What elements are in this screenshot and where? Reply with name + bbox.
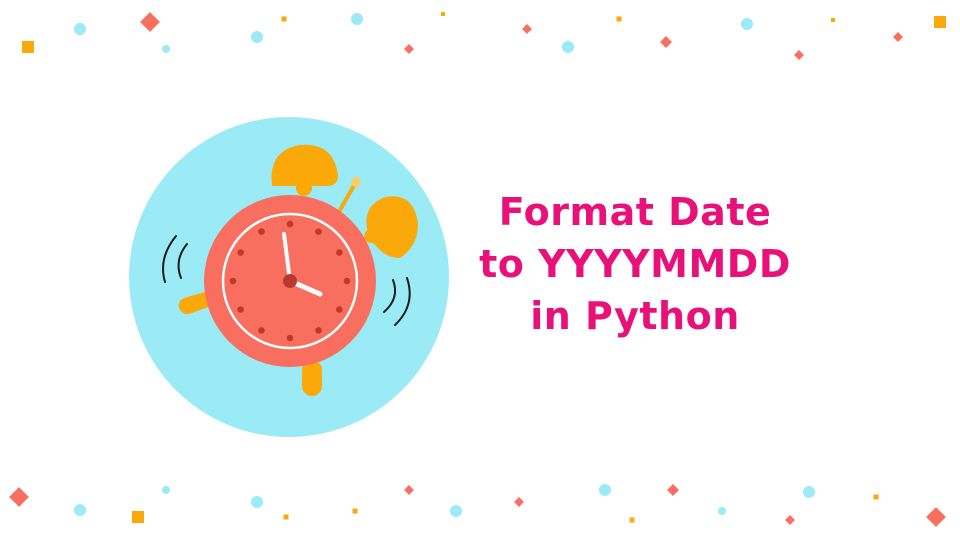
title-line-2: to YYYYMMDD (479, 242, 791, 286)
confetti-square (281, 16, 287, 22)
hour-dot (258, 228, 265, 235)
confetti-diamond (404, 485, 414, 495)
confetti-diamond (785, 515, 795, 525)
confetti-diamond (794, 50, 804, 60)
confetti-square (616, 16, 622, 22)
hour-dot (343, 277, 351, 285)
confetti-circle (162, 45, 170, 53)
title-line-3: in Python (530, 294, 740, 338)
confetti-circle (450, 505, 462, 517)
alarm-clock-illustration (129, 117, 449, 437)
confetti-square (22, 41, 34, 53)
confetti-diamond (404, 44, 414, 54)
confetti-diamond (660, 36, 672, 48)
hour-dot (237, 306, 244, 313)
confetti-diamond (140, 12, 160, 32)
hour-dot (336, 249, 343, 256)
confetti-diamond (893, 32, 903, 42)
confetti-circle (718, 507, 726, 515)
confetti-square (283, 514, 289, 520)
hour-dot (286, 220, 294, 228)
confetti-diamond (667, 484, 679, 496)
confetti-circle (741, 18, 753, 30)
hour-dot (286, 334, 294, 342)
hour-dot (237, 249, 244, 256)
confetti-circle (562, 41, 574, 53)
confetti-square (831, 18, 835, 22)
confetti-square (873, 494, 879, 500)
confetti-square (934, 16, 946, 28)
confetti-circle (162, 486, 170, 494)
confetti-circle (803, 486, 815, 498)
hour-dot (229, 277, 237, 285)
confetti-diamond (926, 507, 946, 527)
confetti-circle (251, 496, 263, 508)
confetti-square (352, 508, 358, 514)
confetti-circle (351, 13, 363, 25)
hour-dot (315, 228, 322, 235)
confetti-diamond (9, 487, 29, 507)
hour-dot (336, 306, 343, 313)
confetti-diamond (514, 497, 524, 507)
confetti-square (629, 517, 635, 523)
clock-hub (283, 274, 297, 288)
title-line-1: Format Date (498, 190, 772, 234)
confetti-diamond (522, 24, 532, 34)
confetti-circle (599, 484, 611, 496)
confetti-square (132, 511, 144, 523)
page-title: Format Date to YYYYMMDD in Python (470, 186, 800, 342)
hour-dot (315, 327, 322, 334)
confetti-square (441, 12, 445, 16)
hour-dot (258, 327, 265, 334)
confetti-circle (74, 504, 86, 516)
confetti-circle (74, 23, 86, 35)
confetti-circle (251, 31, 263, 43)
